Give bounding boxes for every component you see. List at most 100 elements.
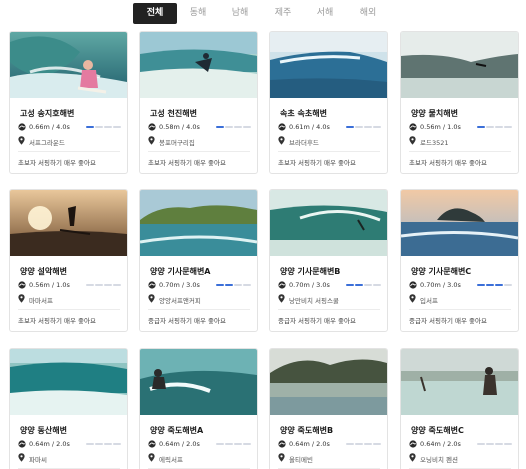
wave-height-period: 0.58m / 4.0s (159, 123, 200, 131)
location-pin-icon (18, 453, 25, 462)
location-pin-icon (18, 294, 25, 303)
tab-south-sea[interactable]: 남해 (223, 3, 257, 24)
wave-info: 0.64m / 2.0s (18, 440, 122, 450)
level-bar (234, 284, 242, 286)
wave-height-period: 0.70m / 3.0s (159, 281, 200, 289)
level-bar (104, 126, 112, 128)
level-bar (373, 443, 381, 445)
wave-icon (278, 440, 286, 448)
surf-shop: 서프그라운드 (18, 136, 122, 147)
level-indicator (216, 443, 252, 445)
level-bar (495, 126, 503, 128)
level-bar (243, 126, 251, 128)
wave-info: 0.64m / 2.0s (409, 440, 513, 450)
spot-card[interactable]: 속초 속초해변 0.61m / 4.0s 브라더후드 초보자 서핑하기 매우 좋… (269, 31, 388, 174)
level-bar (225, 284, 233, 286)
card-divider (278, 309, 380, 310)
location-pin-icon (278, 294, 285, 303)
level-bar (95, 443, 103, 445)
spot-photo (401, 190, 518, 256)
card-divider (18, 309, 120, 310)
shop-name: 봉포머구리집 (159, 139, 195, 147)
spot-description: 중급자 서핑하기 매우 좋아요 (278, 317, 356, 325)
spot-card[interactable]: 양양 물치해변 0.56m / 1.0s 로드3521 초보자 서핑하기 매우 … (400, 31, 519, 174)
spot-photo (10, 32, 127, 98)
level-bar (104, 443, 112, 445)
spot-name: 고성 송지호해변 (20, 109, 75, 118)
surf-shop: 봉포머구리집 (148, 136, 252, 147)
wave-icon (278, 123, 286, 131)
shop-name: 서프그라운드 (29, 139, 65, 147)
level-indicator (346, 126, 382, 128)
spot-description: 초보자 서핑하기 매우 좋아요 (18, 159, 96, 167)
level-bar (486, 443, 494, 445)
level-bar (364, 126, 372, 128)
spot-photo (140, 349, 257, 415)
spot-name: 양양 기사문해변B (280, 267, 341, 276)
level-indicator (477, 126, 513, 128)
location-pin-icon (148, 453, 155, 462)
surf-shop: 파마씨 (18, 453, 122, 464)
location-pin-icon (409, 136, 416, 145)
spot-card[interactable]: 고성 천진해변 0.58m / 4.0s 봉포머구리집 초보자 서핑하기 매우 … (139, 31, 258, 174)
level-bar (113, 443, 121, 445)
level-bar (234, 126, 242, 128)
level-bar (477, 443, 485, 445)
level-bar (113, 284, 121, 286)
spot-name: 양양 죽도해변B (280, 426, 334, 435)
tab-east-sea[interactable]: 동해 (181, 3, 215, 24)
card-divider (148, 151, 250, 152)
spot-card[interactable]: 양양 설악해변 0.56m / 1.0s 마마서프 초보자 서핑하기 매우 좋아… (9, 189, 128, 332)
level-indicator (86, 443, 122, 445)
wave-info: 0.56m / 1.0s (18, 281, 122, 291)
spot-card[interactable]: 양양 죽도해변A 0.64m / 2.0s 에릭서프 (139, 348, 258, 469)
spot-name: 양양 죽도해변A (150, 426, 204, 435)
location-pin-icon (18, 136, 25, 145)
level-bar (225, 126, 233, 128)
wave-icon (18, 440, 26, 448)
tab-all[interactable]: 전체 (133, 3, 177, 24)
level-bar (216, 443, 224, 445)
level-bar (373, 126, 381, 128)
shop-name: 파마씨 (29, 456, 47, 464)
level-indicator (216, 126, 252, 128)
level-bar (486, 126, 494, 128)
card-divider (409, 151, 511, 152)
tab-jeju[interactable]: 제주 (266, 3, 300, 24)
spot-card[interactable]: 양양 기사문해변B 0.70m / 3.0s 낭만비치 서핑스쿨 중급자 서핑하… (269, 189, 388, 332)
spot-card[interactable]: 고성 송지호해변 0.66m / 4.0s 서프그라운드 초보자 서핑하기 매우… (9, 31, 128, 174)
location-pin-icon (278, 136, 285, 145)
surf-shop: 양양서프앤커피 (148, 294, 252, 305)
shop-name: 입서프 (420, 297, 438, 305)
level-bar (243, 284, 251, 286)
surf-shop: 브라더후드 (278, 136, 382, 147)
tab-overseas[interactable]: 해외 (351, 3, 385, 24)
level-bar (477, 284, 485, 286)
spot-description: 초보자 서핑하기 매우 좋아요 (409, 159, 487, 167)
card-divider (278, 151, 380, 152)
level-bar (104, 284, 112, 286)
spot-card[interactable]: 양양 죽도해변C 0.64m / 2.0s 오닝비치 펜션 (400, 348, 519, 469)
shop-name: 에릭서프 (159, 456, 183, 464)
spot-card[interactable]: 양양 죽도해변B 0.64m / 2.0s 올티메빈 (269, 348, 388, 469)
spot-card[interactable]: 양양 기사문해변C 0.70m / 3.0s 입서프 중급자 서핑하기 매우 좋… (400, 189, 519, 332)
wave-height-period: 0.64m / 2.0s (159, 440, 200, 448)
spot-photo (10, 349, 127, 415)
level-bar (504, 126, 512, 128)
wave-info: 0.70m / 3.0s (148, 281, 252, 291)
level-bar (373, 284, 381, 286)
spot-description: 중급자 서핑하기 매우 좋아요 (409, 317, 487, 325)
wave-height-period: 0.70m / 3.0s (289, 281, 330, 289)
level-indicator (346, 284, 382, 286)
shop-name: 로드3521 (420, 139, 449, 147)
spot-photo (270, 349, 387, 415)
tab-west-sea[interactable]: 서해 (308, 3, 342, 24)
spot-card[interactable]: 양양 동산해변 0.64m / 2.0s 파마씨 (9, 348, 128, 469)
spot-description: 중급자 서핑하기 매우 좋아요 (148, 317, 226, 325)
spot-card[interactable]: 양양 기사문해변A 0.70m / 3.0s 양양서프앤커피 중급자 서핑하기 … (139, 189, 258, 332)
surf-shop: 올티메빈 (278, 453, 382, 464)
level-indicator (86, 126, 122, 128)
level-bar (364, 284, 372, 286)
level-bar (95, 284, 103, 286)
location-pin-icon (278, 453, 285, 462)
